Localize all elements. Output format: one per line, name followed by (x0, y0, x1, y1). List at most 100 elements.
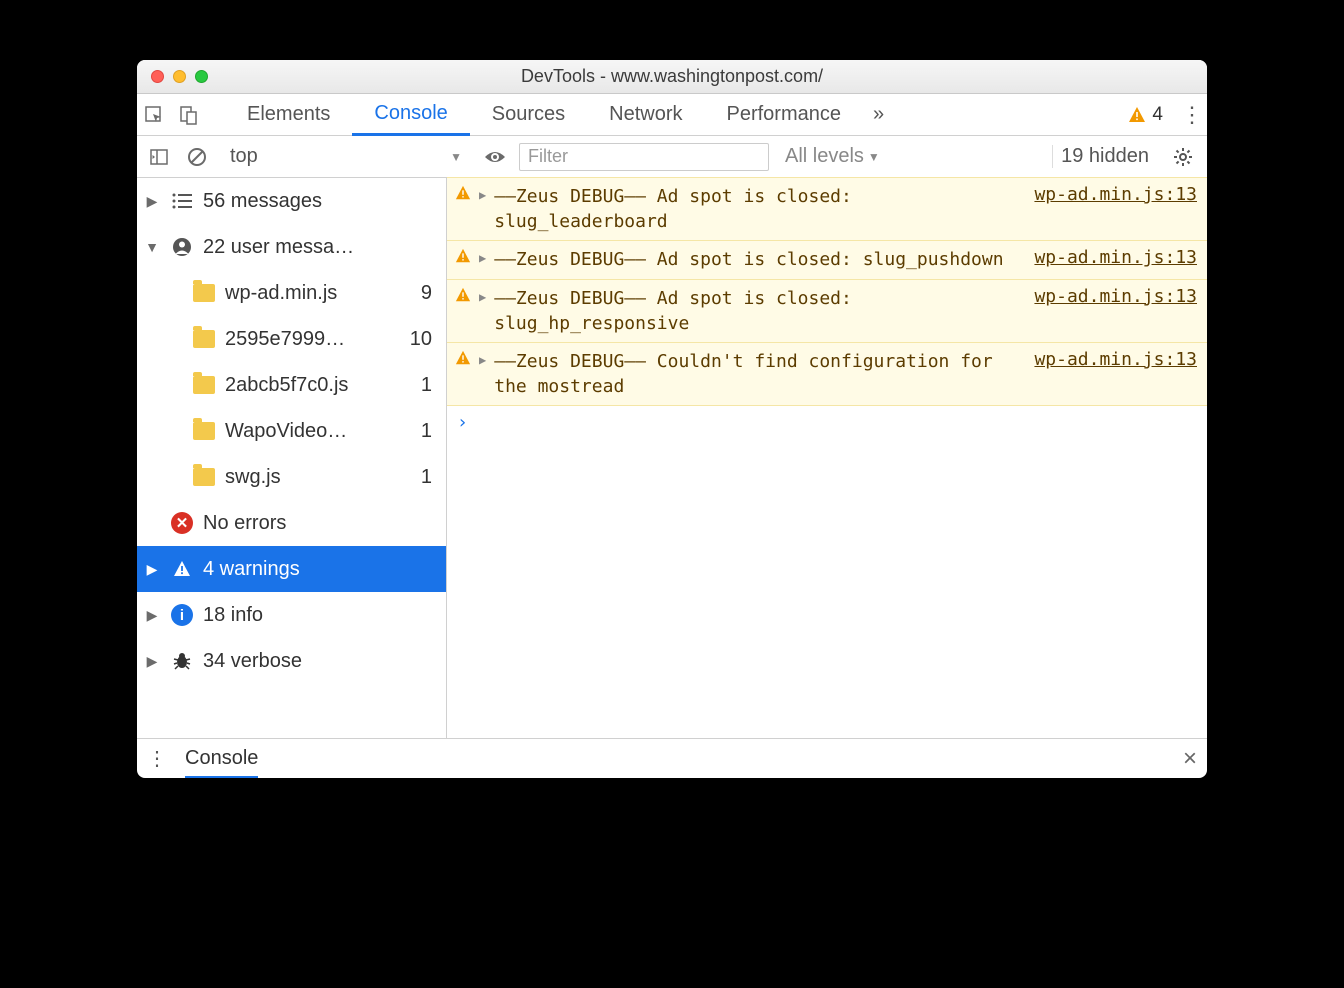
expand-arrow-icon: ▶ (479, 353, 486, 399)
console-log-panel: ▶ ––Zeus DEBUG–– Ad spot is closed: slug… (447, 178, 1207, 738)
chevron-down-icon: ▼ (450, 150, 462, 164)
sidebar-toggle-icon[interactable] (145, 147, 173, 167)
sidebar-file-item[interactable]: 2595e7999… 10 (137, 316, 446, 362)
error-icon: ✕ (171, 512, 193, 534)
log-entry[interactable]: ▶ ––Zeus DEBUG–– Couldn't find configura… (447, 342, 1207, 406)
kebab-menu-icon[interactable]: ⋮ (1177, 102, 1207, 128)
warning-triangle-icon (455, 185, 471, 234)
file-name: wp-ad.min.js (225, 282, 337, 305)
warning-triangle-icon (1128, 106, 1146, 124)
file-name: WapoVideo… (225, 420, 347, 443)
warning-icon (171, 559, 193, 579)
list-icon (171, 193, 193, 209)
log-entry[interactable]: ▶ ––Zeus DEBUG–– Ad spot is closed: slug… (447, 177, 1207, 241)
console-filterbar: top ▼ All levels ▼ 19 hidden (137, 136, 1207, 178)
drawer-menu-icon[interactable]: ⋮ (147, 746, 167, 771)
context-label: top (230, 145, 258, 168)
expand-arrow-icon: ▶ (479, 251, 486, 272)
file-count: 10 (410, 328, 432, 351)
tabs-overflow[interactable]: » (863, 94, 894, 135)
folder-icon (193, 468, 215, 486)
sidebar-file-item[interactable]: WapoVideo… 1 (137, 408, 446, 454)
sidebar-item-verbose[interactable]: ▶ 34 verbose (137, 638, 446, 684)
log-levels-dropdown[interactable]: All levels ▼ (779, 145, 886, 168)
sidebar-item-messages[interactable]: ▶ 56 messages (137, 178, 446, 224)
context-selector[interactable]: top ▼ (221, 142, 471, 171)
hidden-messages-label[interactable]: 19 hidden (1052, 145, 1157, 168)
log-message: ––Zeus DEBUG–– Ad spot is closed: slug_p… (494, 247, 1026, 272)
inspect-element-icon[interactable] (137, 105, 171, 125)
expand-arrow-icon: ▼ (143, 239, 161, 255)
levels-label: All levels (785, 145, 864, 168)
file-count: 1 (421, 420, 432, 443)
file-name: 2abcb5f7c0.js (225, 374, 348, 397)
sidebar-file-item[interactable]: swg.js 1 (137, 454, 446, 500)
console-settings-gear-icon[interactable] (1167, 147, 1199, 167)
messages-label: 56 messages (203, 190, 322, 213)
log-message: ––Zeus DEBUG–– Ad spot is closed: slug_h… (494, 286, 1026, 336)
expand-arrow-icon: ▶ (143, 561, 161, 578)
log-source-link[interactable]: wp-ad.min.js:13 (1034, 286, 1197, 307)
user-icon (171, 237, 193, 257)
info-label: 18 info (203, 604, 263, 627)
folder-icon (193, 330, 215, 348)
log-message: ––Zeus DEBUG–– Couldn't find configurati… (494, 349, 1026, 399)
log-message: ––Zeus DEBUG–– Ad spot is closed: slug_l… (494, 184, 1026, 234)
devtools-window: DevTools - www.washingtonpost.com/ Eleme… (137, 60, 1207, 778)
file-count: 9 (421, 282, 432, 305)
folder-icon (193, 284, 215, 302)
file-name: 2595e7999… (225, 328, 345, 351)
warning-triangle-icon (455, 350, 471, 399)
window-title: DevTools - www.washingtonpost.com/ (137, 66, 1207, 87)
warn-count: 4 (1152, 104, 1163, 126)
sidebar-item-info[interactable]: ▶ i 18 info (137, 592, 446, 638)
info-icon: i (171, 604, 193, 626)
user-messages-label: 22 user messages (203, 236, 363, 259)
warnings-label: 4 warnings (203, 558, 300, 581)
tab-sources[interactable]: Sources (470, 94, 587, 135)
tab-network[interactable]: Network (587, 94, 704, 135)
file-name: swg.js (225, 466, 281, 489)
log-source-link[interactable]: wp-ad.min.js:13 (1034, 349, 1197, 370)
console-sidebar: ▶ 56 messages ▼ 22 user messages wp-ad.m… (137, 178, 447, 738)
drawer-close-icon[interactable]: × (1183, 745, 1197, 773)
expand-arrow-icon: ▶ (143, 653, 161, 670)
log-entry[interactable]: ▶ ––Zeus DEBUG–– Ad spot is closed: slug… (447, 240, 1207, 279)
expand-arrow-icon: ▶ (143, 607, 161, 624)
folder-icon (193, 422, 215, 440)
warning-triangle-icon (455, 248, 471, 272)
tab-performance[interactable]: Performance (705, 94, 864, 135)
log-source-link[interactable]: wp-ad.min.js:13 (1034, 184, 1197, 205)
console-prompt[interactable]: › (447, 406, 1207, 439)
header-warning-badge[interactable]: 4 (1128, 104, 1163, 126)
expand-arrow-icon: ▶ (479, 188, 486, 234)
sidebar-item-user-messages[interactable]: ▼ 22 user messages (137, 224, 446, 270)
device-toggle-icon[interactable] (171, 105, 205, 125)
drawer: ⋮ Console × (137, 738, 1207, 778)
log-entry[interactable]: ▶ ––Zeus DEBUG–– Ad spot is closed: slug… (447, 279, 1207, 343)
clear-console-icon[interactable] (183, 147, 211, 167)
warning-triangle-icon (455, 287, 471, 336)
file-count: 1 (421, 466, 432, 489)
sidebar-file-item[interactable]: wp-ad.min.js 9 (137, 270, 446, 316)
sidebar-item-errors[interactable]: ✕ No errors (137, 500, 446, 546)
chevron-down-icon: ▼ (868, 150, 880, 164)
drawer-tab-console[interactable]: Console (185, 747, 258, 778)
bug-icon (171, 651, 193, 671)
sidebar-item-warnings[interactable]: ▶ 4 warnings (137, 546, 446, 592)
filter-input[interactable] (519, 143, 769, 171)
expand-arrow-icon: ▶ (143, 193, 161, 210)
log-source-link[interactable]: wp-ad.min.js:13 (1034, 247, 1197, 268)
expand-arrow-icon: ▶ (479, 290, 486, 336)
live-expression-eye-icon[interactable] (481, 147, 509, 167)
file-count: 1 (421, 374, 432, 397)
verbose-label: 34 verbose (203, 650, 302, 673)
tab-elements[interactable]: Elements (225, 94, 352, 135)
errors-label: No errors (203, 512, 286, 535)
titlebar: DevTools - www.washingtonpost.com/ (137, 60, 1207, 94)
main-tabs: Elements Console Sources Network Perform… (137, 94, 1207, 136)
sidebar-file-item[interactable]: 2abcb5f7c0.js 1 (137, 362, 446, 408)
tab-console[interactable]: Console (352, 95, 469, 136)
folder-icon (193, 376, 215, 394)
main-area: ▶ 56 messages ▼ 22 user messages wp-ad.m… (137, 178, 1207, 738)
